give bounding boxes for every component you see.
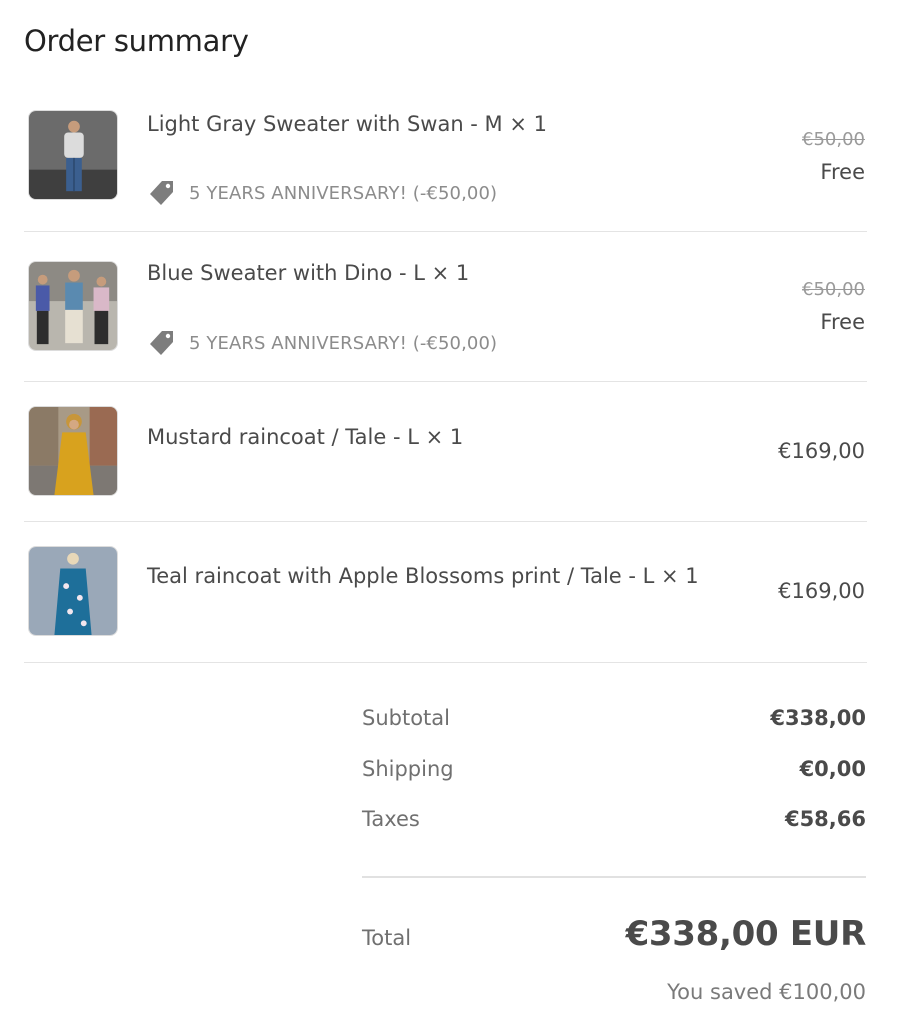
discount-row: 5 YEARS ANNIVERSARY! (-€50,00): [147, 178, 497, 208]
taxes-value: €58,66: [784, 807, 866, 831]
discount-label: 5 YEARS ANNIVERSARY! (-€50,00): [189, 332, 498, 354]
totals-divider: [362, 876, 866, 878]
shipping-label: Shipping: [362, 757, 454, 781]
savings-text: You saved €100,00: [667, 980, 866, 1004]
line-item: Blue Sweater with Dino - L × 1 5 YEARS A…: [24, 231, 867, 382]
shipping-row: Shipping €0,00: [362, 757, 866, 781]
line-item: Light Gray Sweater with Swan - M × 1 5 Y…: [24, 100, 867, 232]
total-label: Total: [362, 926, 412, 950]
total-value: €338,00 EUR: [625, 914, 867, 954]
discount-label: 5 YEARS ANNIVERSARY! (-€50,00): [189, 182, 498, 204]
discount-row: 5 YEARS ANNIVERSARY! (-€50,00): [147, 328, 497, 358]
final-price: Free: [820, 160, 865, 184]
total-row: Total €338,00 EUR: [362, 914, 866, 954]
subtotal-row: Subtotal €338,00: [362, 706, 866, 730]
final-price: €169,00: [778, 439, 865, 463]
final-price: €169,00: [778, 579, 865, 603]
product-thumbnail: [28, 110, 118, 200]
price-tag-icon: [147, 178, 177, 208]
product-thumbnail: [28, 261, 118, 351]
taxes-row: Taxes €58,66: [362, 807, 866, 831]
price-tag-icon: [147, 328, 177, 358]
product-name: Light Gray Sweater with Swan - M × 1: [147, 112, 547, 136]
taxes-label: Taxes: [362, 807, 420, 831]
shipping-value: €0,00: [799, 757, 866, 781]
product-name: Mustard raincoat / Tale - L × 1: [147, 425, 464, 449]
original-price: €50,00: [802, 129, 865, 150]
subtotal-label: Subtotal: [362, 706, 450, 730]
line-item: Mustard raincoat / Tale - L × 1 €169,00: [24, 381, 867, 522]
product-name: Teal raincoat with Apple Blossoms print …: [147, 564, 699, 588]
final-price: Free: [820, 310, 865, 334]
original-price: €50,00: [802, 279, 865, 300]
subtotal-value: €338,00: [770, 706, 866, 730]
product-thumbnail: [28, 406, 118, 496]
line-item: Teal raincoat with Apple Blossoms print …: [24, 521, 867, 663]
product-thumbnail: [28, 546, 118, 636]
product-name: Blue Sweater with Dino - L × 1: [147, 261, 470, 285]
order-summary-title: Order summary: [24, 24, 249, 58]
